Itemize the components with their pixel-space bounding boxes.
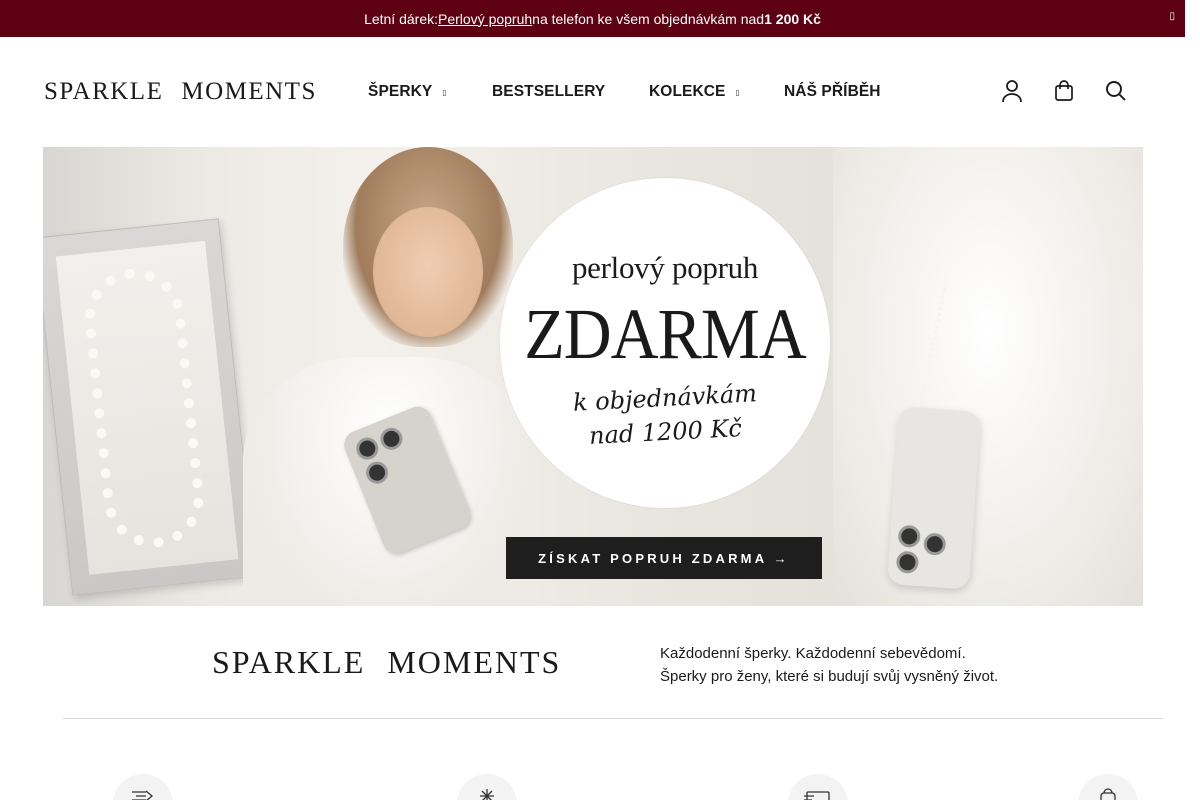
nav-item-nas-pribeh[interactable]: NÁŠ PŘÍBĚH [784,82,881,102]
nav-item-kolekce[interactable]: KOLEKCE ▯ [649,82,740,102]
brand-word-2: MOMENTS [387,644,562,680]
nav-label: BESTSELLERY [492,83,606,100]
phone-image [886,406,982,590]
payment-icon [788,774,848,800]
site-logo[interactable]: SPARKLE MOMENTS [44,78,317,106]
brand-wordmark: SPARKLE MOMENTS [212,644,561,681]
nav-item-bestsellery[interactable]: BESTSELLERY [492,82,605,102]
nav-label: ŠPERKY [368,83,433,100]
tagline-line-1: Každodenní šperky. Každodenní sebevědomí… [660,645,966,662]
chevron-down-icon: ▯ [735,87,740,97]
brand-word-1: SPARKLE [212,644,366,680]
sparkle-icon [457,774,517,800]
hero-banner[interactable]: perlový popruh ZDARMA k objednávkám nad … [43,147,1143,606]
camera-lens [362,458,392,487]
promo-line-4: nad 1200 Kč [587,414,743,450]
camera-lens [895,550,920,575]
promo-line-1: perlový popruh [571,250,759,285]
nav-item-sperky[interactable]: ŠPERKY ▯ [368,82,447,102]
announcement-link[interactable]: Perlový popruh [438,11,532,27]
model-torso-image [833,147,1143,606]
promo-line-3: k objednávkám [572,379,758,417]
search-icon[interactable] [1103,78,1129,104]
shipping-icon [113,774,173,800]
chevron-down-icon: ▯ [442,87,447,97]
close-icon[interactable]: ▯ [1169,11,1175,22]
model-face-image [373,207,483,337]
announcement-bar: Letní dárek: Perlový popruh na telefon k… [0,0,1185,37]
brand-tagline: Každodenní šperky. Každodenní sebevědomí… [660,642,998,688]
logo-word-1: SPARKLE [44,78,164,105]
nav-label: NÁŠ PŘÍBĚH [784,83,881,100]
gift-box-image [43,218,257,596]
scrollbar-gutter [1185,0,1200,800]
tagline-line-2: Šperky pro ženy, které si budují svůj vy… [660,668,999,685]
camera-lens [353,434,382,463]
gift-bag-icon [1078,774,1138,800]
camera-lens [897,524,922,549]
logo-word-2: MOMENTS [181,78,317,105]
nav-label: KOLEKCE [649,83,726,100]
cart-icon[interactable] [1051,78,1077,104]
account-icon[interactable] [999,78,1025,104]
camera-lens [923,532,947,556]
promo-badge: perlový popruh ZDARMA k objednávkám nad … [500,178,830,508]
announcement-amount: 1 200 Kč [764,10,821,27]
camera-lens [377,424,406,454]
announcement-text: na telefon ke všem objednávkám nad [532,10,765,27]
section-divider [63,718,1163,719]
announcement-prefix: Letní dárek: [364,10,438,27]
promo-headline: ZDARMA [524,294,806,374]
get-strap-button[interactable]: ZÍSKAT POPRUH ZDARMA → [506,537,822,579]
